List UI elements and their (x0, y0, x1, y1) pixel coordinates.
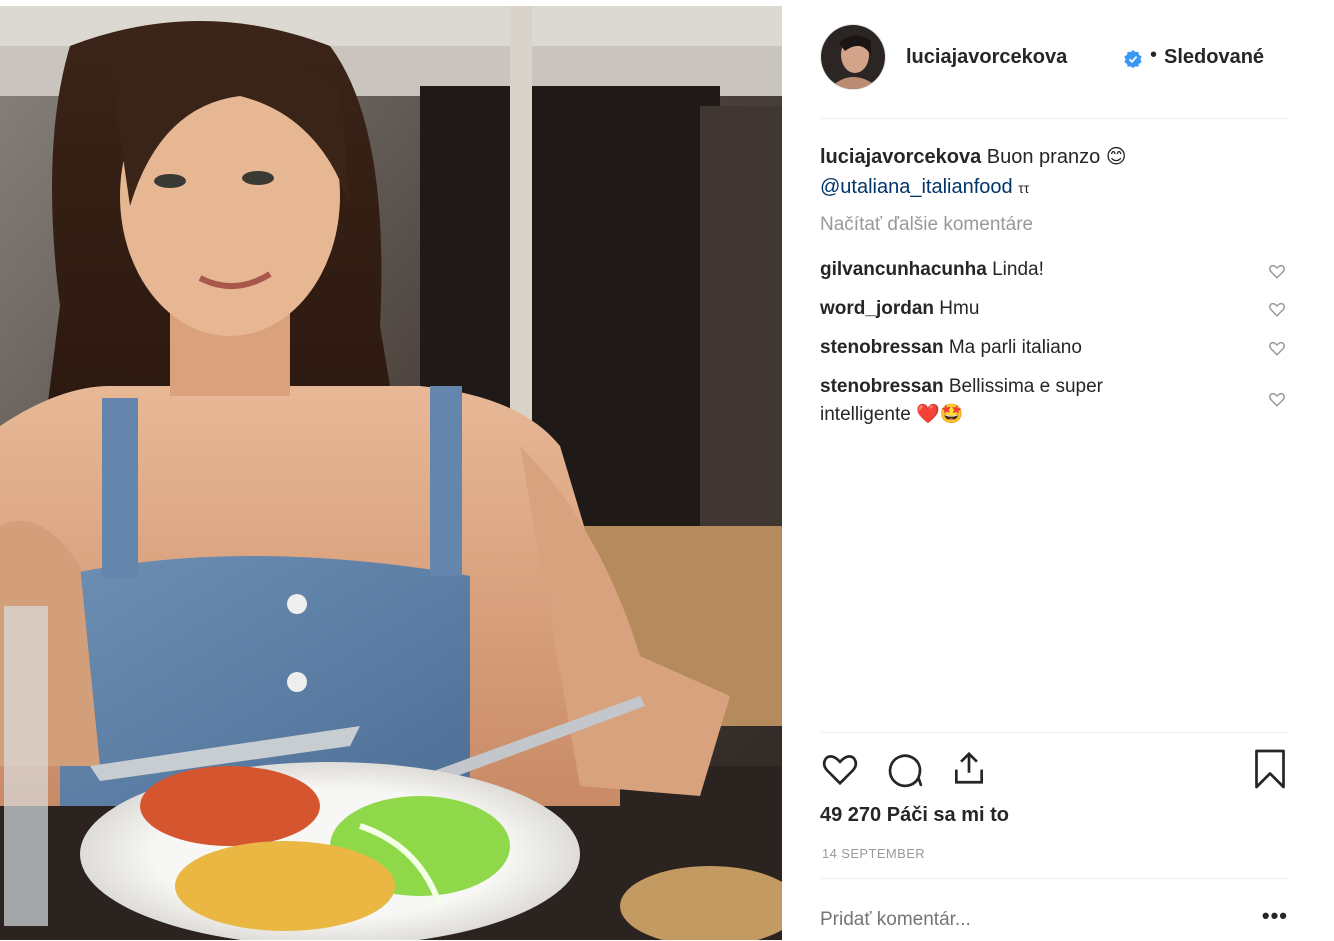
caption-emoji: 😊 (1105, 146, 1127, 168)
comment-username[interactable]: gilvancunhacunha (820, 259, 987, 280)
likes-count[interactable]: 49 270 Páči sa mi to (820, 804, 1009, 827)
comment-username[interactable]: stenobressan (820, 376, 944, 397)
comment-like-heart-icon[interactable] (1268, 339, 1286, 357)
post-sidebar: luciajavorcekova • Sledované luciajavorc… (782, 0, 1334, 940)
post-caption: luciajavorcekova Buon pranzo 😊 @utaliana… (820, 142, 1260, 203)
comment-item: gilvancunhacunha Linda! (820, 256, 1250, 284)
comment-like-heart-icon[interactable] (1268, 390, 1286, 408)
share-icon[interactable] (950, 748, 988, 788)
bookmark-icon[interactable] (1252, 748, 1288, 790)
comment-icon[interactable] (886, 750, 924, 788)
caption-username[interactable]: luciajavorcekova (820, 146, 981, 168)
more-options-button[interactable]: ••• (1262, 903, 1288, 929)
comment-text: Hmu (939, 298, 980, 319)
verified-badge-icon (1124, 50, 1142, 68)
post-date[interactable]: 14 SEPTEMBER (822, 846, 925, 861)
caption-mention-link[interactable]: @utaliana_italianfood (820, 176, 1013, 198)
caption-suffix: ττ (1018, 180, 1030, 196)
post-actions-bar (820, 732, 1288, 733)
comment-like-heart-icon[interactable] (1268, 300, 1286, 318)
post-header: luciajavorcekova • Sledované (820, 22, 1288, 119)
comment-item: stenobressan Bellissima e super intellig… (820, 373, 1180, 429)
add-comment-input[interactable] (820, 909, 1200, 931)
comment-text: Linda! (992, 259, 1044, 280)
comment-text: Ma parli italiano (948, 337, 1082, 358)
post-photo[interactable] (0, 6, 782, 940)
add-comment-bar: ••• (820, 878, 1288, 941)
comment-item: word_jordan Hmu (820, 295, 1250, 323)
comment-username[interactable]: word_jordan (820, 298, 934, 319)
caption-text: Buon pranzo (986, 146, 1101, 168)
avatar[interactable] (820, 24, 886, 90)
comment-like-heart-icon[interactable] (1268, 262, 1286, 280)
comment-emoji: ❤️🤩 (916, 404, 964, 425)
heart-icon[interactable] (820, 750, 860, 788)
post-author-username[interactable]: luciajavorcekova (906, 46, 1067, 69)
avatar-image (821, 25, 885, 89)
comment-item: stenobressan Ma parli italiano (820, 334, 1250, 362)
comment-username[interactable]: stenobressan (820, 337, 944, 358)
post-image (0, 6, 782, 940)
following-button[interactable]: Sledované (1164, 46, 1264, 69)
load-more-comments-button[interactable]: Načítať ďalšie komentáre (820, 214, 1033, 236)
follow-separator: • (1150, 44, 1158, 66)
